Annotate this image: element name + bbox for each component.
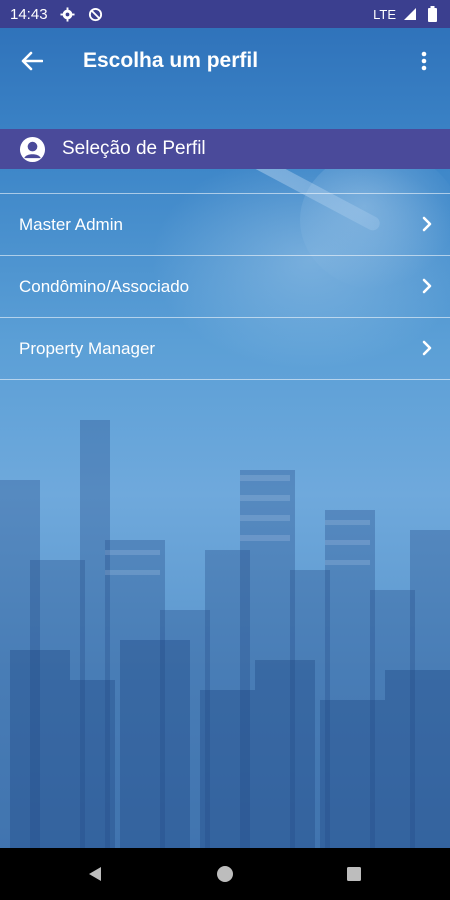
- user-circle-icon: [18, 135, 46, 163]
- profile-label: Master Admin: [19, 214, 123, 234]
- city-skyline-image: [0, 420, 450, 850]
- status-time: 14:43: [10, 5, 48, 23]
- nav-recents-button[interactable]: [342, 862, 366, 886]
- system-nav-bar: [0, 848, 450, 900]
- status-bar: 14:43 LTE: [0, 0, 450, 28]
- signal-icon: [402, 6, 418, 22]
- divider: [0, 379, 450, 380]
- section-header: Seleção de Perfil: [0, 129, 450, 169]
- network-type: LTE: [373, 6, 396, 22]
- recents-square-icon: [347, 867, 361, 881]
- settings-icon: [60, 6, 76, 22]
- back-triangle-icon: [89, 867, 101, 881]
- page-title: Escolha um perfil: [83, 49, 259, 72]
- profile-label: Condômino/Associado: [19, 276, 190, 296]
- back-button[interactable]: [18, 47, 46, 75]
- nav-home-button[interactable]: [213, 862, 237, 886]
- profile-item-master-admin[interactable]: Master Admin: [0, 194, 450, 255]
- chevron-right-icon: [420, 215, 434, 233]
- section-title: Seleção de Perfil: [62, 138, 206, 159]
- data-saver-icon: [88, 6, 104, 22]
- home-circle-icon: [217, 866, 233, 882]
- arrow-left-icon: [21, 51, 43, 71]
- profile-item-property-manager[interactable]: Property Manager: [0, 318, 450, 379]
- chevron-right-icon: [420, 339, 434, 357]
- chevron-right-icon: [420, 277, 434, 295]
- profile-item-condomino-associado[interactable]: Condômino/Associado: [0, 256, 450, 317]
- app-bar: Escolha um perfil: [0, 28, 450, 94]
- profile-label: Property Manager: [19, 338, 156, 358]
- nav-back-button[interactable]: [83, 862, 107, 886]
- battery-icon: [424, 6, 440, 22]
- profile-list: Master Admin Condômino/Associado Propert…: [0, 193, 450, 380]
- more-vertical-icon: [421, 51, 427, 71]
- screen: 14:43 LTE Escolha um perfil Seleção de P…: [0, 0, 450, 900]
- overflow-menu-button[interactable]: [412, 47, 436, 75]
